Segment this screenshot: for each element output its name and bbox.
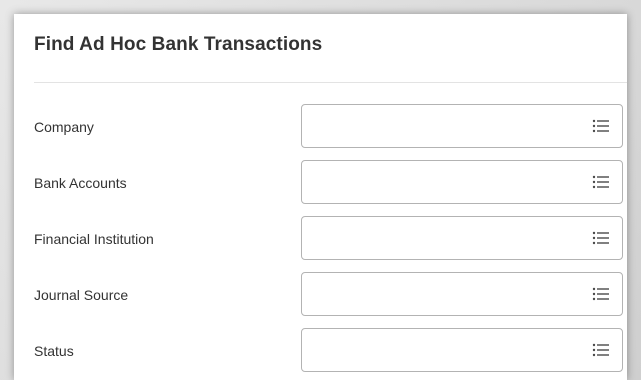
journal-source-label: Journal Source — [34, 287, 129, 303]
page-title: Find Ad Hoc Bank Transactions — [34, 34, 323, 55]
form-row-bank-accounts: Bank Accounts — [14, 160, 627, 206]
bank-accounts-field[interactable] — [301, 160, 623, 204]
bank-accounts-label: Bank Accounts — [34, 175, 127, 191]
list-icon[interactable] — [592, 342, 610, 358]
form-row-company: Company — [14, 104, 627, 150]
search-panel: Find Ad Hoc Bank Transactions Company Ba… — [14, 14, 627, 380]
form-row-financial-institution: Financial Institution — [14, 216, 627, 262]
company-field[interactable] — [301, 104, 623, 148]
form-row-journal-source: Journal Source — [14, 272, 627, 318]
list-icon[interactable] — [592, 286, 610, 302]
financial-institution-label: Financial Institution — [34, 231, 154, 247]
status-label: Status — [34, 343, 74, 359]
list-icon[interactable] — [592, 174, 610, 190]
company-label: Company — [34, 119, 94, 135]
window-frame: Find Ad Hoc Bank Transactions Company Ba… — [0, 0, 641, 380]
title-divider — [34, 82, 627, 83]
status-field[interactable] — [301, 328, 623, 372]
list-icon[interactable] — [592, 230, 610, 246]
list-icon[interactable] — [592, 118, 610, 134]
form-row-status: Status — [14, 328, 627, 374]
financial-institution-field[interactable] — [301, 216, 623, 260]
journal-source-field[interactable] — [301, 272, 623, 316]
